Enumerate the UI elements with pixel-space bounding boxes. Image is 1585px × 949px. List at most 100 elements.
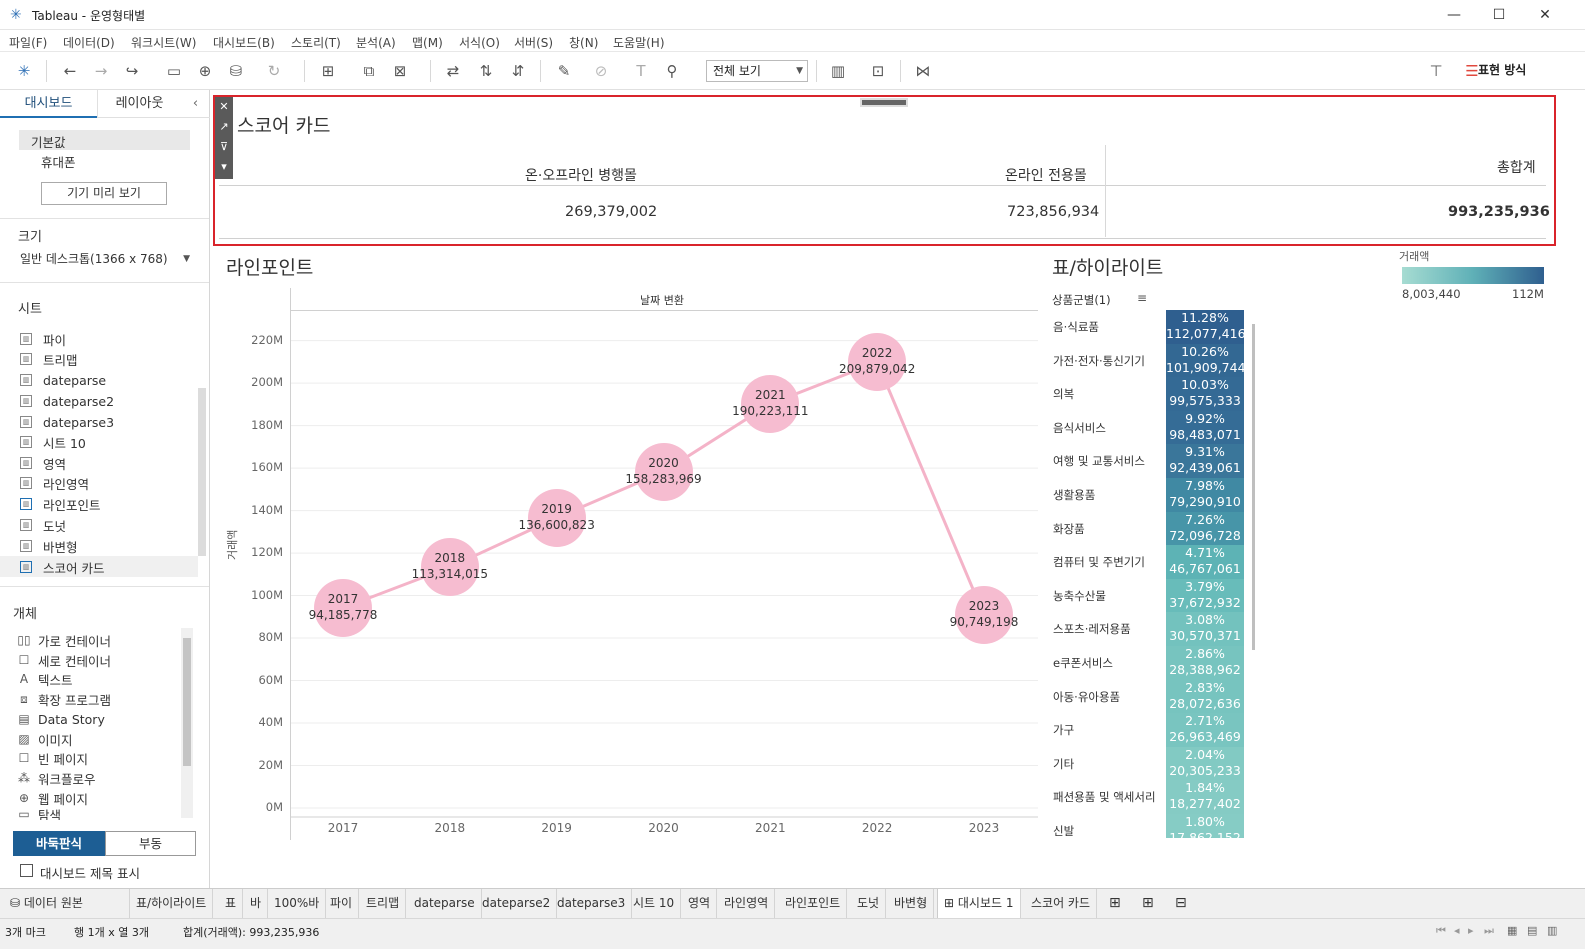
cell-percent: 9.31% [1185, 444, 1225, 460]
status-sum: 합계(거래액): 993,235,936 [183, 926, 320, 939]
table-row-category[interactable]: 패션용품 및 액세서리 [1053, 789, 1167, 805]
table-cell[interactable]: 9.92% 98,483,071 [1166, 410, 1244, 445]
table-row-category[interactable]: e쿠폰서비스 [1053, 655, 1167, 671]
point-value-label: 190,223,111 [732, 403, 809, 418]
table-row-category[interactable]: 스포츠·레저용품 [1053, 621, 1167, 637]
tab-sheet[interactable]: 라인포인트 [779, 889, 848, 919]
tab-sheet[interactable]: 도넛 [851, 889, 887, 919]
table-cell[interactable]: 2.83% 28,072,636 [1166, 679, 1244, 714]
cell-percent: 11.28% [1181, 310, 1229, 325]
table-cell[interactable]: 10.26% 101,909,744 [1166, 343, 1246, 378]
y-tick-label: 160M [251, 460, 283, 475]
nav-prev-icon[interactable]: ◂ [1454, 924, 1460, 937]
data-point[interactable]: 2023 90,749,198 [950, 586, 1018, 645]
cell-value: 72,096,728 [1169, 527, 1241, 543]
tab-datasource[interactable]: ⛁ 데이터 원본 [0, 889, 130, 919]
tab-sheet[interactable]: 바 [244, 889, 269, 919]
cell-value: 79,290,910 [1169, 494, 1241, 509]
cell-value: 28,072,636 [1169, 695, 1241, 711]
tab-sheet[interactable]: dateparse [408, 889, 482, 919]
cell-value: 30,570,371 [1169, 628, 1241, 644]
tab-sheet[interactable]: 스코어 카드 [1025, 889, 1098, 919]
tab-sheet[interactable]: 파이 [324, 889, 360, 919]
table-row-category[interactable]: 기타 [1053, 756, 1167, 772]
cell-value: 20,305,233 [1169, 762, 1241, 778]
tab-dashboard-active[interactable]: ⊞ 대시보드 1 [937, 889, 1021, 919]
new-dashboard-tab-icon[interactable]: ⊞ [1136, 889, 1160, 919]
table-cell[interactable]: 9.31% 92,439,061 [1166, 444, 1244, 479]
cell-value: 46,767,061 [1169, 561, 1241, 577]
data-point[interactable]: 2017 94,185,778 [309, 578, 377, 637]
table-row-category[interactable]: 농축수산물 [1053, 588, 1167, 604]
legend-title: 거래액 [1399, 250, 1430, 263]
data-point[interactable]: 2021 190,223,111 [732, 374, 809, 433]
point-value-label: 113,314,015 [411, 567, 488, 582]
nav-last-icon[interactable]: ⏭ [1484, 924, 1494, 938]
tab-sheet[interactable]: dateparse3 [551, 889, 633, 919]
legend-min: 8,003,440 [1402, 287, 1461, 301]
table-row-category[interactable]: 음식서비스 [1053, 420, 1167, 436]
table-row-category[interactable]: 컴퓨터 및 주변기기 [1053, 554, 1167, 570]
tab-sheet[interactable]: 영역 [682, 889, 718, 919]
table-cell[interactable]: 3.79% 37,672,932 [1166, 578, 1244, 613]
table-row-category[interactable]: 신발 [1053, 823, 1167, 838]
new-story-tab-icon[interactable]: ⊟ [1169, 889, 1193, 919]
table-row-category[interactable]: 아동·유아용품 [1053, 689, 1167, 705]
data-point[interactable]: 2020 158,283,969 [625, 442, 702, 501]
sort-icon[interactable]: ≡ [1137, 291, 1147, 305]
table-row-category[interactable]: 여행 및 교통서비스 [1053, 453, 1167, 469]
tab-sheet[interactable]: 트리맵 [360, 889, 407, 919]
table-cell[interactable]: 11.28% 112,077,416 [1166, 310, 1246, 345]
table-cell[interactable]: 10.03% 99,575,333 [1166, 377, 1244, 412]
data-point[interactable]: 2018 113,314,015 [412, 538, 488, 597]
grid-view-icon[interactable]: ▦ [1507, 924, 1517, 937]
tab-sheet[interactable]: 라인영역 [718, 889, 776, 919]
x-tick-label: 2023 [968, 821, 1000, 835]
highlight-table-body: 음·식료품 11.28% 112,077,416 가전·전자·통신기기 10.26% 10… [1039, 310, 1262, 838]
table-row-category[interactable]: 생활용품 [1053, 487, 1167, 503]
table-cell[interactable]: 4.71% 46,767,061 [1166, 545, 1244, 580]
filmstrip-view-icon[interactable]: ▤ [1527, 924, 1537, 937]
cell-value: 92,439,061 [1169, 460, 1241, 476]
color-legend-bar [1402, 267, 1544, 284]
table-cell[interactable]: 1.84% 18,277,402 [1166, 780, 1244, 815]
table-cell[interactable]: 1.80% 17,862,152 [1166, 814, 1244, 838]
nav-first-icon[interactable]: ⏮ [1436, 924, 1446, 938]
table-cell[interactable]: 7.98% 79,290,910 [1166, 478, 1244, 513]
table-cell[interactable]: 2.86% 28,388,962 [1166, 646, 1244, 681]
y-tick-label: 20M [258, 757, 283, 772]
table-row-category[interactable]: 가전·전자·통신기기 [1053, 353, 1167, 369]
cell-percent: 2.71% [1185, 713, 1225, 729]
tab-sheet[interactable]: 표/하이라이트 [130, 889, 214, 919]
tab-sheet[interactable]: 시트 10 [627, 889, 682, 919]
y-tick-label: 200M [251, 375, 283, 390]
table-scrollbar[interactable] [1252, 324, 1255, 650]
cell-value: 98,483,071 [1169, 426, 1241, 442]
table-cell[interactable]: 2.04% 20,305,233 [1166, 746, 1244, 781]
table-cell[interactable]: 3.08% 30,570,371 [1166, 612, 1244, 647]
table-cell[interactable]: 7.26% 72,096,728 [1166, 511, 1244, 546]
x-tick-label: 2022 [861, 821, 893, 835]
highlight-title: 표/하이라이트 [1052, 257, 1164, 279]
cell-percent: 3.08% [1185, 612, 1225, 628]
data-point[interactable]: 2022 209,879,042 [839, 333, 915, 392]
cell-percent: 7.98% [1185, 478, 1225, 493]
table-row-category[interactable]: 의복 [1053, 386, 1167, 402]
nav-next-icon[interactable]: ▸ [1468, 924, 1474, 937]
column-header[interactable]: 상품군별(1) [1052, 292, 1111, 308]
tab-sheet[interactable]: 표 [219, 889, 244, 919]
status-rows-cols: 행 1개 x 열 3개 [74, 926, 149, 939]
new-worksheet-tab-icon[interactable]: ⊞ [1103, 889, 1127, 919]
tab-sheet[interactable]: dateparse2 [476, 889, 558, 919]
tab-sheet[interactable]: 바변형 [888, 889, 935, 919]
table-row-category[interactable]: 음·식료품 [1053, 319, 1167, 335]
table-row-category[interactable]: 화장품 [1053, 521, 1167, 537]
table-row-category[interactable]: 가구 [1053, 722, 1167, 738]
tab-view-icon[interactable]: ▥ [1547, 924, 1557, 937]
cell-value: 26,963,469 [1169, 729, 1241, 745]
data-point[interactable]: 2019 136,600,823 [518, 488, 595, 547]
table-cell[interactable]: 2.71% 26,963,469 [1166, 713, 1244, 748]
x-tick-label: 2017 [327, 821, 359, 835]
tab-sheet[interactable]: 100%바 [268, 889, 327, 919]
cell-value: 17,862,152 [1169, 830, 1241, 838]
